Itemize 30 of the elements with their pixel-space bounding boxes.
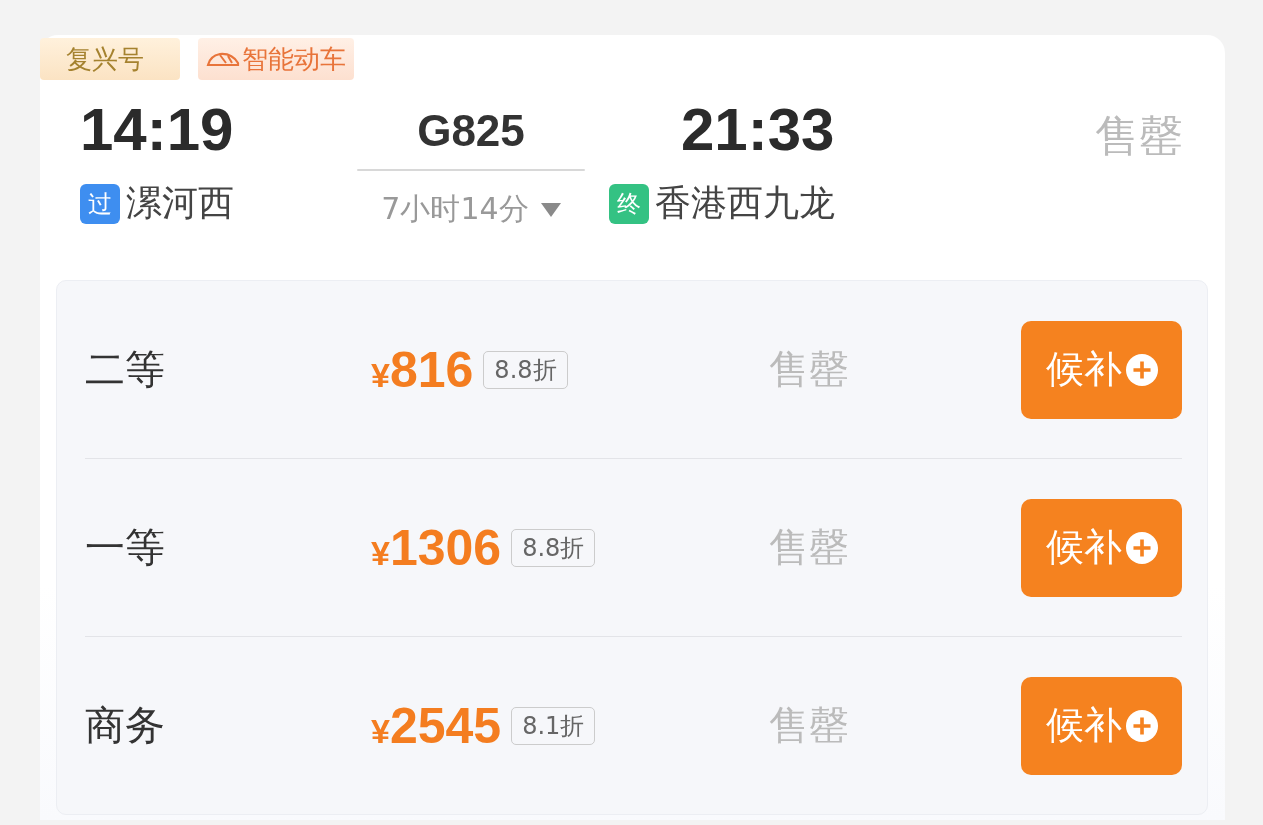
status-text: 售罄 — [769, 345, 850, 394]
time-text: 21:33 — [680, 95, 836, 165]
train-number: G825 — [417, 105, 525, 157]
station-badge: 终 — [609, 183, 649, 224]
status-text: 售罄 — [1095, 109, 1183, 163]
duration-toggle[interactable]: 7小时14分 — [381, 189, 561, 230]
waitlist-button[interactable]: 候补 — [1021, 676, 1182, 775]
price-text: ¥816 — [371, 340, 474, 399]
station-name: 漯河西 — [126, 181, 234, 225]
train-icon — [206, 51, 240, 67]
train-tag: 复兴号 — [40, 38, 180, 80]
station-name: 香港西九龙 — [655, 181, 835, 225]
seat-class: 一等 — [85, 523, 166, 572]
price-text: ¥2545 — [371, 696, 502, 755]
train-tag: 智能动车 — [198, 38, 354, 80]
time-text: 14:19 — [80, 95, 235, 165]
plus-icon — [1125, 531, 1158, 564]
discount-badge: 8.8折 — [483, 350, 568, 389]
seat-class: 商务 — [85, 701, 166, 750]
status-text: 售罄 — [769, 701, 850, 750]
discount-badge: 8.8折 — [511, 528, 596, 567]
price-text: ¥1306 — [371, 518, 502, 577]
plus-icon — [1125, 709, 1158, 742]
discount-badge: 8.1折 — [511, 706, 596, 745]
status-text: 售罄 — [769, 523, 850, 572]
waitlist-button[interactable]: 候补 — [1021, 320, 1182, 419]
plus-icon — [1125, 353, 1158, 386]
waitlist-button[interactable]: 候补 — [1021, 498, 1182, 597]
seat-class: 二等 — [85, 345, 166, 394]
station-badge: 过 — [80, 183, 120, 224]
